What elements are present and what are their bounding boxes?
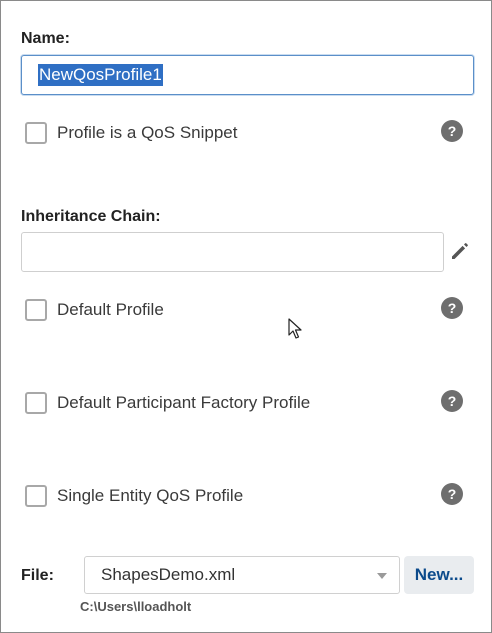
file-label: File: <box>21 567 54 584</box>
snippet-label: Profile is a QoS Snippet <box>57 123 238 142</box>
qos-profile-dialog: Name: NewQosProfile1 Profile is a QoS Sn… <box>0 0 492 633</box>
single-entity-label: Single Entity QoS Profile <box>57 486 244 505</box>
single-entity-checkbox[interactable] <box>25 485 47 507</box>
help-icon[interactable]: ? <box>441 297 463 319</box>
inheritance-chain-label: Inheritance Chain: <box>21 208 161 225</box>
name-input[interactable]: NewQosProfile1 <box>21 55 474 95</box>
name-input-value: NewQosProfile1 <box>38 64 163 86</box>
file-select[interactable]: ShapesDemo.xml <box>84 556 400 594</box>
mouse-pointer-icon <box>288 318 302 339</box>
default-participant-factory-row: Default Participant Factory Profile <box>25 391 310 415</box>
pencil-icon[interactable] <box>448 239 472 263</box>
help-icon[interactable]: ? <box>441 390 463 412</box>
file-path: C:\Users\lloadholt <box>80 599 192 614</box>
default-profile-row: Default Profile <box>25 298 164 322</box>
help-icon[interactable]: ? <box>441 483 463 505</box>
name-label: Name: <box>21 30 70 47</box>
snippet-checkbox[interactable] <box>25 122 47 144</box>
default-profile-label: Default Profile <box>57 300 164 319</box>
inheritance-chain-input[interactable] <box>21 232 444 272</box>
snippet-row: Profile is a QoS Snippet <box>25 121 237 145</box>
default-participant-factory-label: Default Participant Factory Profile <box>57 393 311 412</box>
default-profile-checkbox[interactable] <box>25 299 47 321</box>
file-select-value: ShapesDemo.xml <box>101 565 236 584</box>
help-icon[interactable]: ? <box>441 120 463 142</box>
single-entity-row: Single Entity QoS Profile <box>25 484 243 508</box>
new-file-button[interactable]: New... <box>404 556 474 594</box>
chevron-down-icon <box>377 573 387 579</box>
default-participant-factory-checkbox[interactable] <box>25 392 47 414</box>
